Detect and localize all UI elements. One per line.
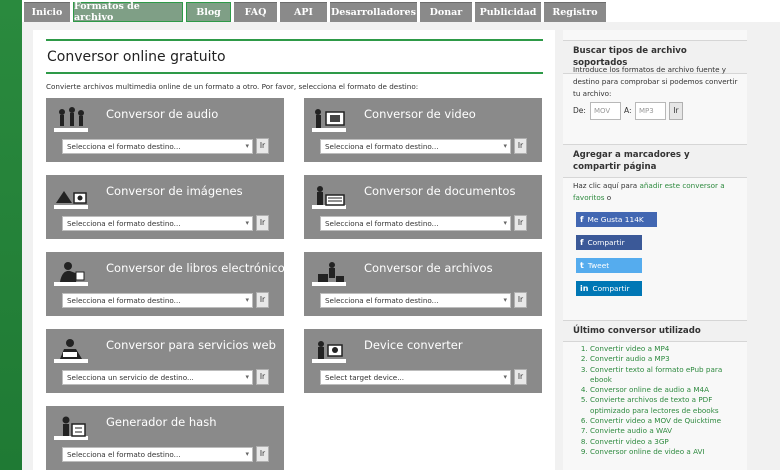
target-format-select[interactable]: Selecciona el formato destino... ▾: [320, 216, 511, 231]
converter-card-hash: Generador de hash Selecciona el formato …: [46, 406, 284, 470]
converter-card-audio: Conversor de audio Selecciona el formato…: [46, 98, 284, 162]
search-go-button[interactable]: Ir: [669, 102, 683, 120]
target-format-select[interactable]: Selecciona el formato destino... ▾: [62, 293, 253, 308]
card-title: Conversor de archivos: [364, 261, 493, 275]
audio-icon: [54, 107, 88, 132]
chevron-down-icon: ▾: [245, 142, 249, 150]
nav-tab-api[interactable]: API: [280, 2, 327, 22]
twitter-icon: t: [580, 261, 584, 270]
facebook-share-button[interactable]: f Compartir: [576, 235, 642, 250]
chevron-down-icon: ▾: [245, 219, 249, 227]
top-navigation: Inicio Formatos de archivo Blog FAQ API …: [22, 0, 780, 23]
go-button[interactable]: Ir: [256, 215, 269, 231]
intro-text: Convierte archivos multimedia online de …: [46, 82, 419, 91]
chevron-down-icon: ▾: [245, 450, 249, 458]
bookmark-heading: Agregar a marcadores y compartir página: [563, 144, 747, 178]
go-button[interactable]: Ir: [514, 215, 527, 231]
target-format-select[interactable]: Selecciona el formato destino... ▾: [320, 139, 511, 154]
target-format-select[interactable]: Selecciona el formato destino... ▾: [62, 139, 253, 154]
hash-icon: [54, 416, 88, 440]
target-format-select[interactable]: Selecciona el formato destino... ▾: [62, 447, 253, 462]
nav-tab-inicio[interactable]: Inicio: [24, 2, 70, 22]
recent-link[interactable]: Convertir video a MOV de Quicktime: [590, 416, 742, 426]
linkedin-icon: in: [580, 284, 589, 293]
ebook-icon: [54, 262, 88, 286]
target-format-select[interactable]: Selecciona el formato destino... ▾: [320, 293, 511, 308]
device-icon: [312, 341, 346, 363]
search-formats-text: Introduce los formatos de archivo fuente…: [573, 65, 738, 98]
archive-icon: [312, 262, 346, 286]
image-icon: [54, 191, 88, 209]
go-button[interactable]: Ir: [256, 369, 269, 385]
go-button[interactable]: Ir: [256, 446, 269, 462]
card-title: Conversor de audio: [106, 107, 219, 121]
webservice-icon: [54, 339, 88, 363]
from-label: De:: [573, 106, 586, 115]
card-title: Device converter: [364, 338, 463, 352]
converter-card-images: Conversor de imágenes Selecciona el form…: [46, 175, 284, 239]
to-format-input[interactable]: MP3: [635, 102, 666, 120]
converter-card-webservices: Conversor para servicios web Selecciona …: [46, 329, 284, 393]
title-divider: [46, 72, 543, 74]
converter-card-video: Conversor de video Selecciona el formato…: [304, 98, 542, 162]
page-title: Conversor online gratuito: [47, 49, 226, 65]
nav-tab-registro[interactable]: Registro: [544, 2, 606, 22]
document-icon: [312, 186, 346, 209]
recent-link[interactable]: Convertir video a MP4: [590, 344, 742, 354]
chevron-down-icon: ▾: [245, 373, 249, 381]
recent-link[interactable]: Convierte audio a WAV: [590, 426, 742, 436]
converter-card-device: Device converter Select target device...…: [304, 329, 542, 393]
main-content: Conversor online gratuito Convierte arch…: [33, 30, 555, 470]
card-title: Conversor para servicios web: [106, 338, 276, 352]
facebook-icon: f: [580, 215, 584, 224]
sidebar: Buscar tipos de archivo soportados Intro…: [563, 30, 747, 470]
target-service-select[interactable]: Selecciona un servicio de destino... ▾: [62, 370, 253, 385]
chevron-down-icon: ▾: [503, 219, 507, 227]
chevron-down-icon: ▾: [503, 296, 507, 304]
card-title: Conversor de documentos: [364, 184, 516, 198]
go-button[interactable]: Ir: [514, 138, 527, 154]
video-icon: [312, 109, 346, 132]
linkedin-share-button[interactable]: in Compartir: [576, 281, 642, 296]
go-button[interactable]: Ir: [256, 292, 269, 308]
recent-link[interactable]: Conversor online de video a AVI: [590, 447, 742, 457]
chevron-down-icon: ▾: [503, 373, 507, 381]
go-button[interactable]: Ir: [256, 138, 269, 154]
nav-tab-formatos[interactable]: Formatos de archivo: [73, 1, 183, 23]
from-format-input[interactable]: MOV: [590, 102, 621, 120]
nav-tab-donar[interactable]: Donar: [420, 2, 472, 22]
recent-link[interactable]: Convertir video a 3GP: [590, 437, 742, 447]
recent-link[interactable]: Convertir texto al formato ePub para ebo…: [590, 365, 742, 386]
recent-link[interactable]: Conversor online de audio a M4A: [590, 385, 742, 395]
card-title: Conversor de libros electrónicos: [106, 261, 291, 275]
tweet-button[interactable]: t Tweet: [576, 258, 642, 273]
go-button[interactable]: Ir: [514, 292, 527, 308]
recent-converters-heading: Último conversor utilizado: [563, 320, 747, 342]
nav-tab-publicidad[interactable]: Publicidad: [475, 2, 541, 22]
converter-card-documents: Conversor de documentos Selecciona el fo…: [304, 175, 542, 239]
recent-link[interactable]: Convertir audio a MP3: [590, 354, 742, 364]
converter-card-ebooks: Conversor de libros electrónicos Selecci…: [46, 252, 291, 316]
bookmark-text: Haz clic aquí para añadir este conversor…: [573, 181, 725, 202]
card-title: Generador de hash: [106, 415, 217, 429]
go-button[interactable]: Ir: [514, 369, 527, 385]
chevron-down-icon: ▾: [503, 142, 507, 150]
facebook-like-button[interactable]: f Me Gusta 114K: [576, 212, 657, 227]
to-label: A:: [624, 106, 632, 115]
nav-tab-faq[interactable]: FAQ: [234, 2, 277, 22]
left-green-bar: [0, 0, 22, 470]
facebook-icon: f: [580, 238, 584, 247]
recent-converters-list: Convertir video a MP4 Convertir audio a …: [580, 344, 742, 457]
card-title: Conversor de imágenes: [106, 184, 243, 198]
nav-tab-blog[interactable]: Blog: [186, 2, 231, 22]
target-format-select[interactable]: Selecciona el formato destino... ▾: [62, 216, 253, 231]
converter-card-archives: Conversor de archivos Selecciona el form…: [304, 252, 542, 316]
chevron-down-icon: ▾: [245, 296, 249, 304]
top-divider: [46, 39, 543, 41]
recent-link[interactable]: Convierte archivos de texto a PDF optimi…: [590, 395, 742, 416]
target-device-select[interactable]: Select target device... ▾: [320, 370, 511, 385]
nav-tab-desarrolladores[interactable]: Desarrolladores: [330, 2, 417, 22]
card-title: Conversor de video: [364, 107, 476, 121]
